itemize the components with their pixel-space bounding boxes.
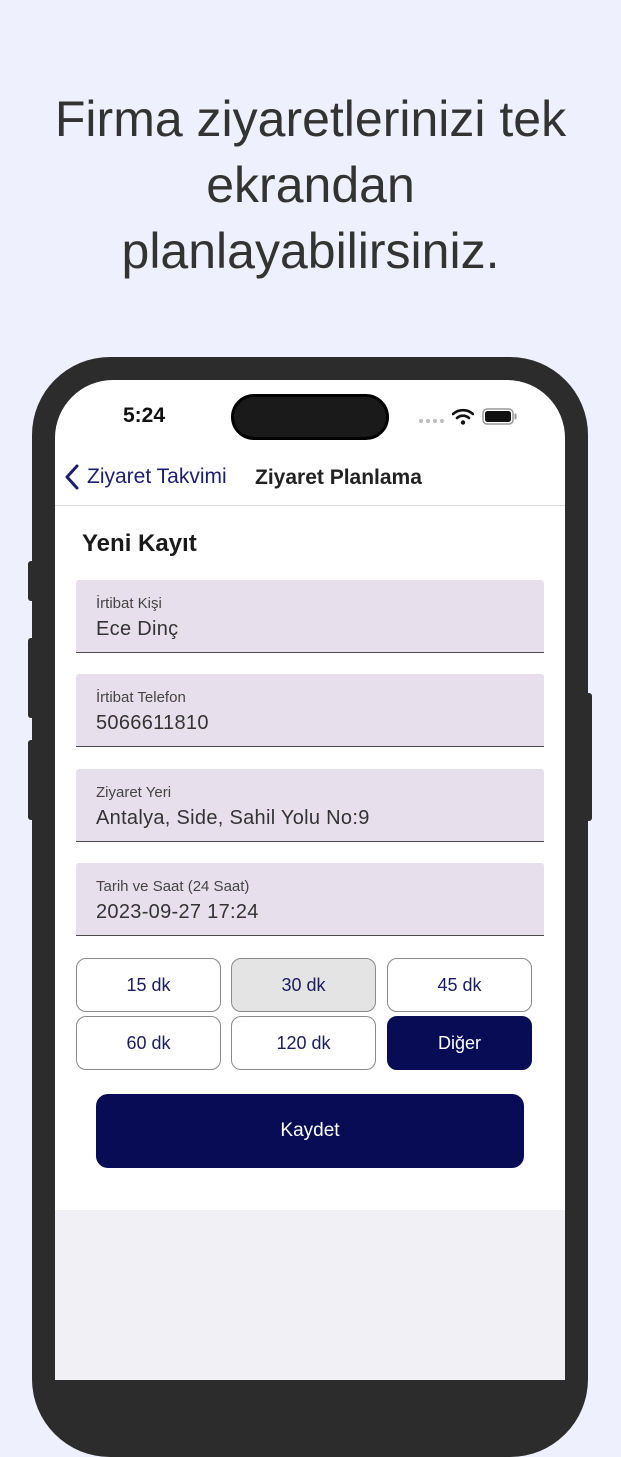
- phone-screen: 5:24 Ziyaret Takvimi Ziyaret Planlama Ye…: [55, 380, 565, 1380]
- duration-30-button[interactable]: 30 dk: [231, 958, 376, 1012]
- duration-45-button[interactable]: 45 dk: [387, 958, 532, 1012]
- duration-other-button[interactable]: Diğer: [387, 1016, 532, 1070]
- duration-120-button[interactable]: 120 dk: [231, 1016, 376, 1070]
- field-value: Antalya, Side, Sahil Yolu No:9: [96, 807, 370, 829]
- visit-location-field[interactable]: Ziyaret Yeri Antalya, Side, Sahil Yolu N…: [76, 769, 544, 842]
- marketing-headline: Firma ziyaretlerinizi tek ekrandan planl…: [0, 86, 621, 284]
- page-title: Ziyaret Planlama: [255, 466, 422, 489]
- chevron-left-icon: [65, 464, 79, 490]
- status-icons: [419, 406, 518, 426]
- section-title: Yeni Kayıt: [82, 530, 197, 557]
- field-value: 5066611810: [96, 712, 209, 734]
- headline-line-1: Firma ziyaretlerinizi tek: [54, 91, 567, 147]
- dynamic-island: [231, 394, 389, 440]
- field-label: Tarih ve Saat (24 Saat): [96, 878, 250, 895]
- duration-60-button[interactable]: 60 dk: [76, 1016, 221, 1070]
- bottom-background: [55, 1210, 565, 1380]
- save-button[interactable]: Kaydet: [96, 1094, 524, 1168]
- headline-line-3: planlayabilirsiniz.: [121, 223, 500, 279]
- status-time: 5:24: [123, 404, 166, 427]
- contact-person-field[interactable]: İrtibat Kişi Ece Dinç: [76, 580, 544, 653]
- back-button-label: Ziyaret Takvimi: [87, 465, 227, 488]
- back-button[interactable]: Ziyaret Takvimi: [65, 464, 227, 490]
- navigation-bar: Ziyaret Takvimi Ziyaret Planlama: [55, 456, 565, 506]
- field-label: İrtibat Telefon: [96, 689, 186, 706]
- duration-15-button[interactable]: 15 dk: [76, 958, 221, 1012]
- contact-phone-field[interactable]: İrtibat Telefon 5066611810: [76, 674, 544, 747]
- headline-line-2: ekrandan: [206, 157, 415, 213]
- field-value: 2023-09-27 17:24: [96, 901, 259, 923]
- field-label: Ziyaret Yeri: [96, 784, 172, 801]
- field-label: İrtibat Kişi: [96, 595, 162, 612]
- wifi-icon: [452, 408, 474, 425]
- date-time-field[interactable]: Tarih ve Saat (24 Saat) 2023-09-27 17:24: [76, 863, 544, 936]
- cellular-signal-icon: [419, 409, 444, 423]
- battery-icon: [482, 407, 517, 425]
- field-value: Ece Dinç: [96, 618, 179, 640]
